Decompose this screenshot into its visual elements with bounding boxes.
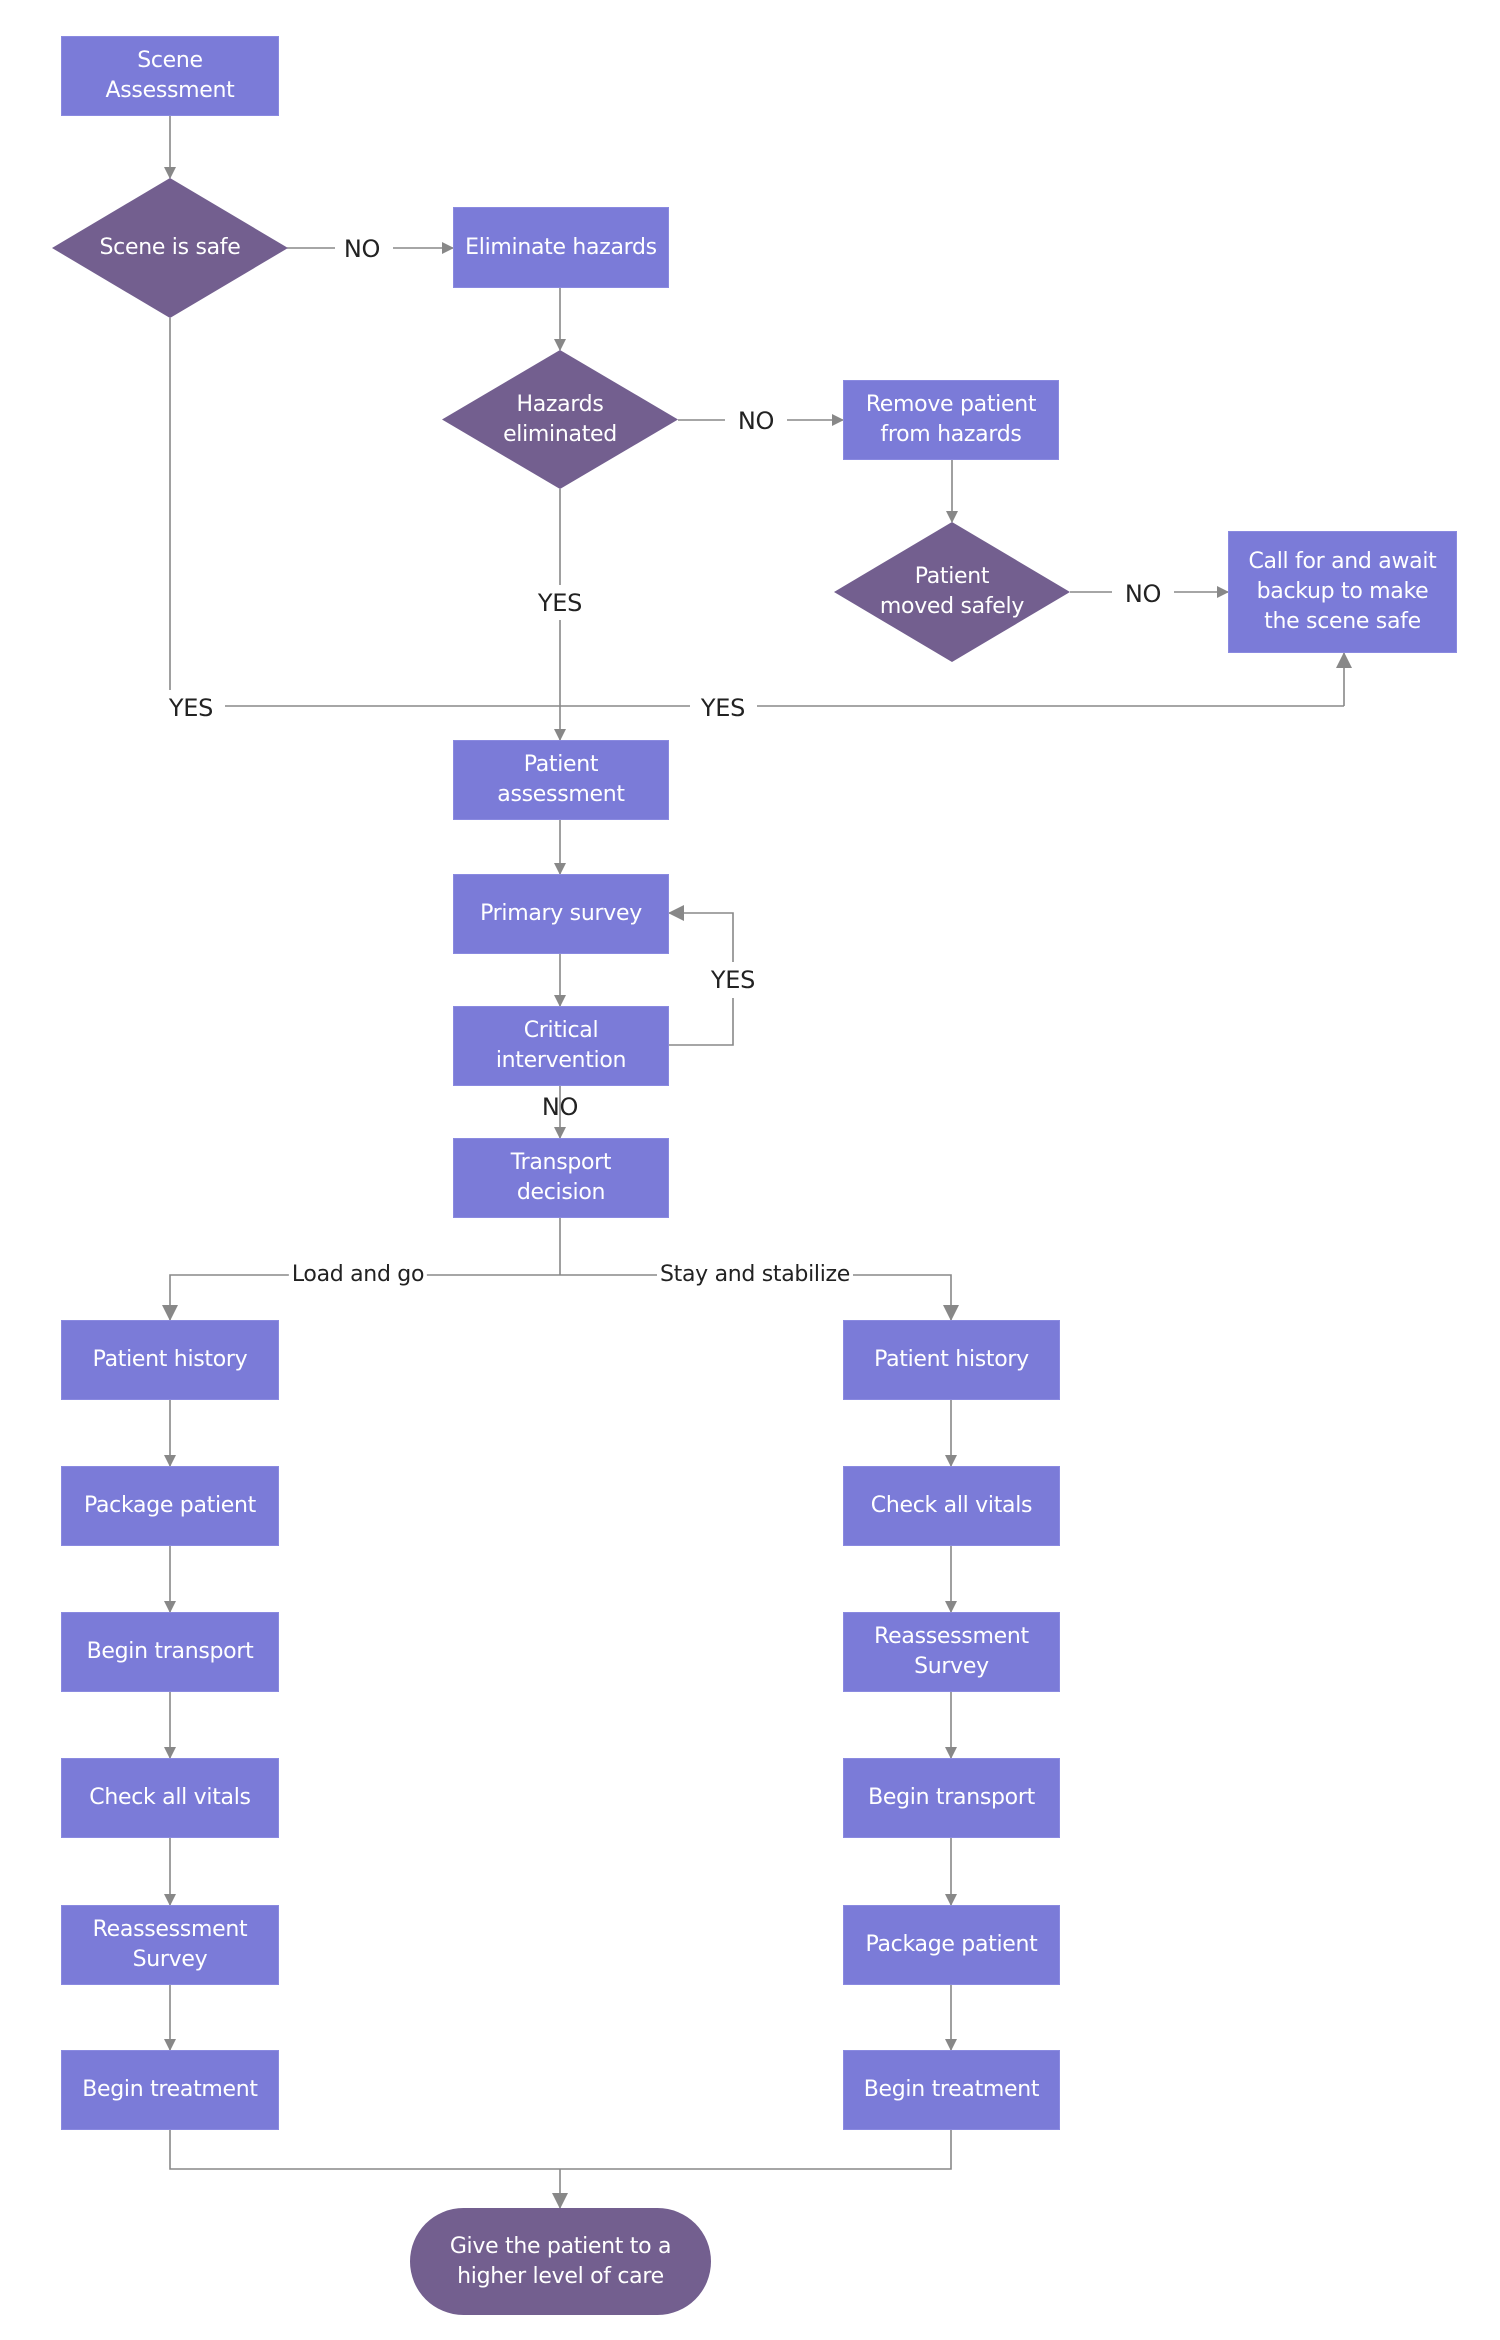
edge-label-stay-and-stabilize: Stay and stabilize — [656, 1261, 854, 1289]
node-patient-assessment-label: Patient assessment — [497, 752, 625, 807]
terminal-give-patient-label: Give the patient to a higher level of ca… — [449, 2233, 672, 2289]
stay-and-stabilize-step[interactable]: Reassessment Survey — [843, 1612, 1060, 1692]
node-eliminate-hazards[interactable]: Eliminate hazards — [453, 207, 669, 288]
decision-patient-moved-safely-label: Patient moved safely — [879, 564, 1025, 619]
load-and-go-step-label: Patient history — [92, 1347, 248, 1372]
load-and-go-step-label: Reassessment Survey — [92, 1917, 248, 1972]
load-and-go-step-label: Begin treatment — [82, 2077, 258, 2102]
decision-scene-is-safe[interactable]: Scene is safe — [52, 178, 288, 318]
node-patient-assessment[interactable]: Patient assessment — [453, 740, 669, 820]
stay-and-stabilize-step-label: Patient history — [874, 1347, 1029, 1372]
load-and-go-step-label: Check all vitals — [89, 1785, 251, 1810]
edge-label-critical-no: NO — [541, 1093, 579, 1121]
node-critical-intervention-label: Critical intervention — [495, 1018, 627, 1073]
edge-label-critical-yes: YES — [702, 966, 764, 994]
load-and-go-step[interactable]: Check all vitals — [61, 1758, 279, 1838]
connector-layer — [162, 116, 1352, 2209]
edge-left-merge — [169, 2130, 952, 2170]
stay-and-stabilize-step[interactable]: Begin treatment — [843, 2050, 1060, 2130]
node-transport-decision-label: Transport decision — [510, 1150, 612, 1205]
stay-and-stabilize-step-label: Begin transport — [868, 1785, 1035, 1810]
stay-and-stabilize-step-label: Reassessment Survey — [874, 1624, 1029, 1679]
stay-and-stabilize-step-label: Begin treatment — [863, 2077, 1040, 2102]
terminal-give-patient[interactable]: Give the patient to a higher level of ca… — [410, 2208, 711, 2315]
edge-label-moved-yes: YES — [692, 694, 754, 722]
edge-label-scene-safe-yes: YES — [160, 694, 222, 722]
node-critical-intervention[interactable]: Critical intervention — [453, 1006, 669, 1086]
decision-patient-moved-safely[interactable]: Patient moved safely — [834, 522, 1070, 662]
edge-label-load-and-go: Load and go — [288, 1261, 428, 1289]
load-and-go-step-label: Begin transport — [86, 1639, 254, 1664]
load-and-go-step[interactable]: Begin treatment — [61, 2050, 279, 2130]
decision-hazards-eliminated-label: Hazards eliminated — [503, 391, 617, 447]
edge-label-hazards-yes: YES — [529, 589, 591, 617]
node-call-for-backup-label: Call for and await backup to make the sc… — [1248, 549, 1437, 634]
load-and-go-step[interactable]: Reassessment Survey — [61, 1905, 279, 1985]
edge-label-moved-no: NO — [1116, 580, 1170, 608]
stay-and-stabilize-step[interactable]: Patient history — [843, 1320, 1060, 1400]
stay-and-stabilize-step-label: Check all vitals — [870, 1493, 1033, 1518]
node-remove-patient-label: Remove patient from hazards — [865, 392, 1037, 447]
stay-and-stabilize-step[interactable]: Package patient — [843, 1905, 1060, 1985]
stay-and-stabilize-step-label: Package patient — [865, 1932, 1038, 1957]
edge-critical-yes-loop-bottom — [669, 998, 734, 1046]
node-primary-survey[interactable]: Primary survey — [453, 874, 669, 954]
edge-critical-yes-loop-top — [668, 905, 734, 962]
node-call-for-backup[interactable]: Call for and await backup to make the sc… — [1228, 531, 1457, 653]
node-scene-assessment-label: Scene Assessment — [105, 48, 235, 103]
node-scene-assessment[interactable]: Scene Assessment — [61, 36, 279, 116]
node-primary-survey-label: Primary survey — [480, 901, 642, 926]
stay-and-stabilize-step[interactable]: Begin transport — [843, 1758, 1060, 1838]
load-and-go-step[interactable]: Begin transport — [61, 1612, 279, 1692]
load-and-go-step[interactable]: Patient history — [61, 1320, 279, 1400]
node-remove-patient[interactable]: Remove patient from hazards — [843, 380, 1059, 460]
edge-label-hazards-no: NO — [729, 407, 783, 435]
load-and-go-step[interactable]: Package patient — [61, 1466, 279, 1546]
node-eliminate-hazards-label: Eliminate hazards — [465, 234, 657, 260]
decision-scene-is-safe-label: Scene is safe — [99, 235, 241, 260]
stay-and-stabilize-step[interactable]: Check all vitals — [843, 1466, 1060, 1546]
decision-hazards-eliminated[interactable]: Hazards eliminated — [442, 350, 678, 489]
load-and-go-step-label: Package patient — [84, 1493, 256, 1518]
edge-label-scene-safe-no: NO — [335, 235, 389, 263]
node-transport-decision[interactable]: Transport decision — [453, 1138, 669, 1218]
